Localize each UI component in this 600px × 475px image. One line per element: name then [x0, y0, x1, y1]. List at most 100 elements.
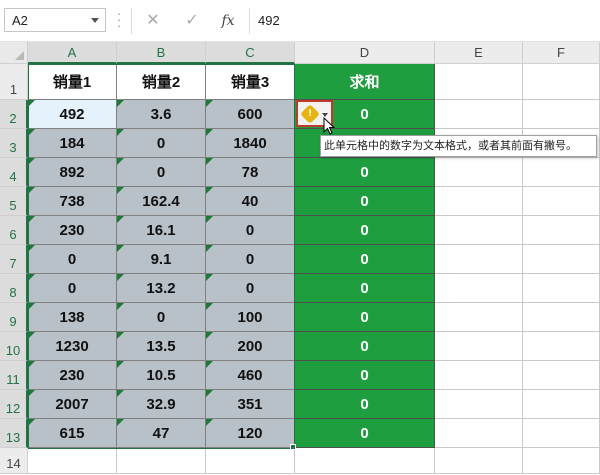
empty-cell[interactable] — [435, 64, 523, 100]
column-header-f[interactable]: F — [523, 42, 600, 64]
empty-cell[interactable] — [435, 274, 523, 303]
number-as-text-cell[interactable]: 2007 — [28, 390, 117, 419]
empty-cell[interactable] — [523, 245, 600, 274]
select-all-button[interactable] — [0, 42, 28, 64]
cancel-icon[interactable]: ✕ — [142, 10, 164, 32]
number-as-text-cell[interactable]: 600 — [206, 100, 295, 129]
number-as-text-cell[interactable]: 184 — [28, 129, 117, 158]
empty-cell[interactable] — [28, 448, 117, 474]
number-as-text-cell[interactable]: 16.1 — [117, 216, 206, 245]
number-as-text-cell[interactable]: 3.6 — [117, 100, 206, 129]
empty-cell[interactable] — [523, 187, 600, 216]
number-as-text-cell[interactable]: 162.4 — [117, 187, 206, 216]
sum-cell[interactable]: 0 — [295, 274, 435, 303]
header-cell-c[interactable]: 销量3 — [206, 64, 295, 100]
empty-cell[interactable] — [435, 245, 523, 274]
row-header-14[interactable]: 14 — [0, 448, 28, 474]
row-header-7[interactable]: 7 — [0, 245, 28, 274]
more-options-icon[interactable]: · · · — [116, 6, 122, 32]
number-as-text-cell[interactable]: 0 — [117, 158, 206, 187]
number-as-text-cell[interactable]: 351 — [206, 390, 295, 419]
number-as-text-cell[interactable]: 0 — [206, 274, 295, 303]
row-header-10[interactable]: 10 — [0, 332, 28, 361]
row-header-5[interactable]: 5 — [0, 187, 28, 216]
number-as-text-cell[interactable]: 32.9 — [117, 390, 206, 419]
number-as-text-cell[interactable]: 78 — [206, 158, 295, 187]
row-header-13[interactable]: 13 — [0, 419, 28, 448]
column-header-a[interactable]: A — [28, 42, 117, 64]
sum-cell[interactable]: 0 — [295, 187, 435, 216]
empty-cell[interactable] — [523, 390, 600, 419]
empty-cell[interactable] — [435, 390, 523, 419]
row-header-4[interactable]: 4 — [0, 158, 28, 187]
empty-cell[interactable] — [435, 419, 523, 448]
empty-cell[interactable] — [435, 187, 523, 216]
number-as-text-cell[interactable]: 9.1 — [117, 245, 206, 274]
enter-icon[interactable]: ✓ — [181, 10, 203, 32]
empty-cell[interactable] — [523, 274, 600, 303]
empty-cell[interactable] — [435, 332, 523, 361]
number-as-text-cell[interactable]: 615 — [28, 419, 117, 448]
row-header-9[interactable]: 9 — [0, 303, 28, 332]
sum-cell[interactable]: 0 — [295, 419, 435, 448]
empty-cell[interactable] — [295, 448, 435, 474]
number-as-text-cell[interactable]: 230 — [28, 216, 117, 245]
empty-cell[interactable] — [523, 64, 600, 100]
number-as-text-cell[interactable]: 100 — [206, 303, 295, 332]
column-header-b[interactable]: B — [117, 42, 206, 64]
empty-cell[interactable] — [523, 100, 600, 129]
column-header-c[interactable]: C — [206, 42, 295, 64]
empty-cell[interactable] — [117, 448, 206, 474]
number-as-text-cell[interactable]: 13.2 — [117, 274, 206, 303]
sum-cell[interactable]: 0 — [295, 158, 435, 187]
number-as-text-cell[interactable]: 492 — [28, 100, 117, 129]
sum-cell[interactable]: 0 — [295, 245, 435, 274]
row-header-11[interactable]: 11 — [0, 361, 28, 390]
empty-cell[interactable] — [206, 448, 295, 474]
empty-cell[interactable] — [523, 303, 600, 332]
empty-cell[interactable] — [435, 158, 523, 187]
number-as-text-cell[interactable]: 0 — [206, 245, 295, 274]
empty-cell[interactable] — [435, 100, 523, 129]
number-as-text-cell[interactable]: 10.5 — [117, 361, 206, 390]
header-cell-d[interactable]: 求和 — [295, 64, 435, 100]
number-as-text-cell[interactable]: 892 — [28, 158, 117, 187]
number-as-text-cell[interactable]: 138 — [28, 303, 117, 332]
empty-cell[interactable] — [523, 448, 600, 474]
row-header-2[interactable]: 2 — [0, 100, 28, 129]
number-as-text-cell[interactable]: 13.5 — [117, 332, 206, 361]
empty-cell[interactable] — [435, 448, 523, 474]
formula-input[interactable]: 492 — [250, 8, 598, 34]
sum-cell[interactable]: 0 — [295, 216, 435, 245]
row-header-8[interactable]: 8 — [0, 274, 28, 303]
empty-cell[interactable] — [523, 158, 600, 187]
empty-cell[interactable] — [523, 332, 600, 361]
row-header-6[interactable]: 6 — [0, 216, 28, 245]
number-as-text-cell[interactable]: 460 — [206, 361, 295, 390]
insert-function-icon[interactable]: fx — [217, 10, 239, 32]
header-cell-a[interactable]: 销量1 — [28, 64, 117, 100]
number-as-text-cell[interactable]: 0 — [28, 245, 117, 274]
column-header-e[interactable]: E — [435, 42, 523, 64]
empty-cell[interactable] — [523, 419, 600, 448]
name-box[interactable]: A2 — [4, 8, 106, 32]
number-as-text-cell[interactable]: 1840 — [206, 129, 295, 158]
row-header-3[interactable]: 3 — [0, 129, 28, 158]
empty-cell[interactable] — [435, 361, 523, 390]
empty-cell[interactable] — [435, 303, 523, 332]
sum-cell[interactable]: 0 — [295, 332, 435, 361]
empty-cell[interactable] — [435, 216, 523, 245]
number-as-text-cell[interactable]: 738 — [28, 187, 117, 216]
number-as-text-cell[interactable]: 47 — [117, 419, 206, 448]
fill-handle[interactable] — [290, 444, 296, 450]
number-as-text-cell[interactable]: 200 — [206, 332, 295, 361]
sum-cell[interactable]: 0 — [295, 303, 435, 332]
name-box-dropdown-icon[interactable] — [91, 18, 99, 23]
number-as-text-cell[interactable]: 1230 — [28, 332, 117, 361]
number-as-text-cell[interactable]: 40 — [206, 187, 295, 216]
column-header-d[interactable]: D — [295, 42, 435, 64]
row-header-1[interactable]: 1 — [0, 64, 28, 100]
empty-cell[interactable] — [523, 216, 600, 245]
sum-cell[interactable]: 0 — [295, 390, 435, 419]
number-as-text-cell[interactable]: 0 — [28, 274, 117, 303]
